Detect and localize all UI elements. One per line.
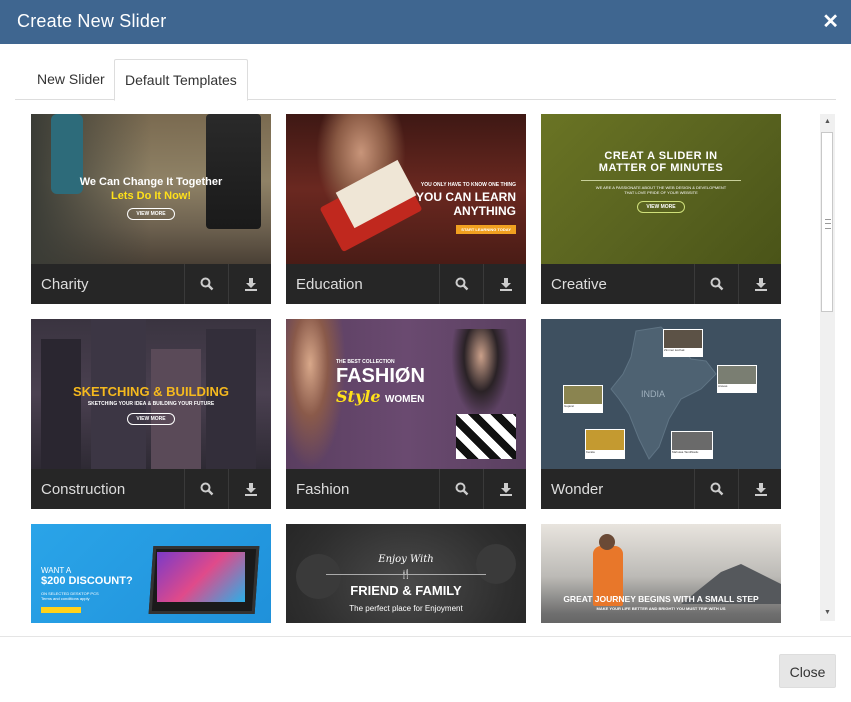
slide-heading: $200 DISCOUNT? [41, 575, 133, 587]
slide-subheading: Style [336, 387, 381, 406]
preview-button[interactable] [184, 264, 228, 304]
template-footer: Charity [31, 264, 271, 304]
install-button[interactable] [228, 264, 271, 304]
search-icon [710, 482, 723, 496]
search-icon [710, 277, 723, 291]
install-button[interactable] [738, 469, 781, 509]
template-card-journey[interactable]: GREAT JOURNEY BEGINS WITH A SMALL STEP M… [541, 524, 781, 623]
preview-button[interactable] [184, 469, 228, 509]
slide-text: THAT LOVE PRIDE OF YOUR WEBSITE [624, 190, 698, 195]
template-thumbnail[interactable]: Enjoy With 🍴 FRIEND & FAMILY The perfect… [286, 524, 526, 623]
tab-new-slider[interactable]: New Slider [27, 59, 115, 98]
template-footer: Construction [31, 469, 271, 509]
template-card-education[interactable]: YOU ONLY HAVE TO KNOW ONE THING YOU CAN … [286, 114, 526, 304]
download-icon [499, 278, 512, 291]
footer-divider [0, 636, 851, 637]
map-pin: Zimmer kochak [663, 329, 703, 357]
install-button[interactable] [738, 264, 781, 304]
slide-heading: GREAT JOURNEY BEGINS WITH A SMALL STEP [563, 594, 759, 604]
slide-subheading: MATTER OF MINUTES [598, 162, 724, 174]
templates-grid: We Can Change It Together Lets Do It Now… [16, 110, 836, 623]
template-card-discount[interactable]: WANT A $200 DISCOUNT? ON SELECTED DESKTO… [31, 524, 271, 623]
slide-button: START LEARNING TODAY [456, 225, 516, 234]
download-icon [499, 483, 512, 496]
slide-subheading: ANYTHING [453, 204, 516, 218]
template-name: Fashion [296, 481, 350, 498]
template-thumbnail[interactable]: INDIA Zimmer kochak Aravas Gujarat Keral… [541, 319, 781, 469]
search-icon [455, 482, 468, 496]
slide-heading: SKETCHING & BUILDING [73, 384, 229, 399]
template-footer: Creative [541, 264, 781, 304]
search-icon [200, 277, 213, 291]
slide-subheading: MAKE YOUR LIFE BETTER AND BRIGHT! YOU MU… [596, 606, 726, 611]
template-thumbnail[interactable]: SKETCHING & BUILDING SKETCHING YOUR IDEA… [31, 319, 271, 469]
template-name: Education [296, 276, 363, 293]
dialog-title: Create New Slider [17, 11, 167, 31]
slide-button: VIEW MORE [127, 413, 175, 425]
slide-subheading: SKETCHING YOUR IDEA & BUILDING YOUR FUTU… [87, 401, 215, 407]
template-card-fashion[interactable]: THE BEST COLLECTION FASHIØN Style WOMEN … [286, 319, 526, 509]
preview-button[interactable] [439, 469, 483, 509]
tab-default-templates[interactable]: Default Templates [114, 59, 248, 101]
template-thumbnail[interactable]: WANT A $200 DISCOUNT? ON SELECTED DESKTO… [31, 524, 271, 623]
download-icon [754, 278, 767, 291]
download-icon [754, 483, 767, 496]
close-button[interactable]: Close [779, 654, 836, 688]
install-button[interactable] [228, 469, 271, 509]
template-card-wonder[interactable]: INDIA Zimmer kochak Aravas Gujarat Keral… [541, 319, 781, 509]
template-card-creative[interactable]: CREAT A SLIDER IN MATTER OF MINUTES WE A… [541, 114, 781, 304]
template-card-friends[interactable]: Enjoy With 🍴 FRIEND & FAMILY The perfect… [286, 524, 526, 623]
template-name: Wonder [551, 481, 604, 498]
template-footer: Wonder [541, 469, 781, 509]
slide-tagline: WANT A [41, 566, 72, 575]
dialog-header: Create New Slider ✕ [0, 0, 851, 44]
template-footer: Fashion [286, 469, 526, 509]
preview-button[interactable] [694, 469, 738, 509]
map-pin: Kerala [585, 429, 625, 459]
slide-heading: CREAT A SLIDER IN [604, 150, 718, 162]
template-card-construction[interactable]: SKETCHING & BUILDING SKETCHING YOUR IDEA… [31, 319, 271, 509]
slide-heading: FRIEND & FAMILY [350, 583, 462, 598]
search-icon [200, 482, 213, 496]
slide-heading: YOU CAN LEARN [415, 190, 516, 204]
slide-text: WOMEN [384, 394, 425, 405]
scroll-up-arrow-icon[interactable]: ▲ [820, 114, 835, 130]
preview-button[interactable] [439, 264, 483, 304]
slide-button: VIEW MORE [637, 201, 685, 213]
close-icon[interactable]: ✕ [822, 9, 839, 34]
install-button[interactable] [483, 469, 526, 509]
template-name: Creative [551, 276, 607, 293]
template-thumbnail[interactable]: THE BEST COLLECTION FASHIØN Style WOMEN [286, 319, 526, 469]
slide-tagline: Enjoy With [378, 554, 434, 565]
template-card-charity[interactable]: We Can Change It Together Lets Do It Now… [31, 114, 271, 304]
template-footer: Education [286, 264, 526, 304]
map-country-label: INDIA [641, 389, 666, 399]
map-pin: Aravas [717, 365, 757, 393]
slide-heading: We Can Change It Together [79, 176, 223, 188]
scroll-down-arrow-icon[interactable]: ▼ [820, 605, 835, 621]
download-icon [244, 278, 257, 291]
search-icon [455, 277, 468, 291]
slide-button: VIEW MORE [127, 208, 175, 220]
map-pin: Mahuwa TamilNadu [671, 431, 713, 459]
scroll-thumb[interactable] [821, 132, 833, 312]
install-button[interactable] [483, 264, 526, 304]
template-thumbnail[interactable]: YOU ONLY HAVE TO KNOW ONE THING YOU CAN … [286, 114, 526, 264]
template-thumbnail[interactable]: CREAT A SLIDER IN MATTER OF MINUTES WE A… [541, 114, 781, 264]
slide-tagline: YOU ONLY HAVE TO KNOW ONE THING [420, 182, 516, 188]
scrollbar[interactable]: ▲ ▼ [820, 114, 835, 621]
template-name: Charity [41, 276, 89, 293]
tab-bar: New Slider Default Templates [15, 59, 836, 101]
template-thumbnail[interactable]: GREAT JOURNEY BEGINS WITH A SMALL STEP M… [541, 524, 781, 623]
preview-button[interactable] [694, 264, 738, 304]
slide-subheading: Lets Do It Now! [110, 190, 192, 202]
slide-heading: FASHIØN [336, 365, 425, 387]
map-pin: Gujarat [563, 385, 603, 413]
slide-text: The perfect place for Enjoyment [349, 604, 463, 613]
download-icon [244, 483, 257, 496]
slide-text: Terms and conditions apply [41, 596, 90, 601]
template-name: Construction [41, 481, 126, 498]
template-thumbnail[interactable]: We Can Change It Together Lets Do It Now… [31, 114, 271, 264]
